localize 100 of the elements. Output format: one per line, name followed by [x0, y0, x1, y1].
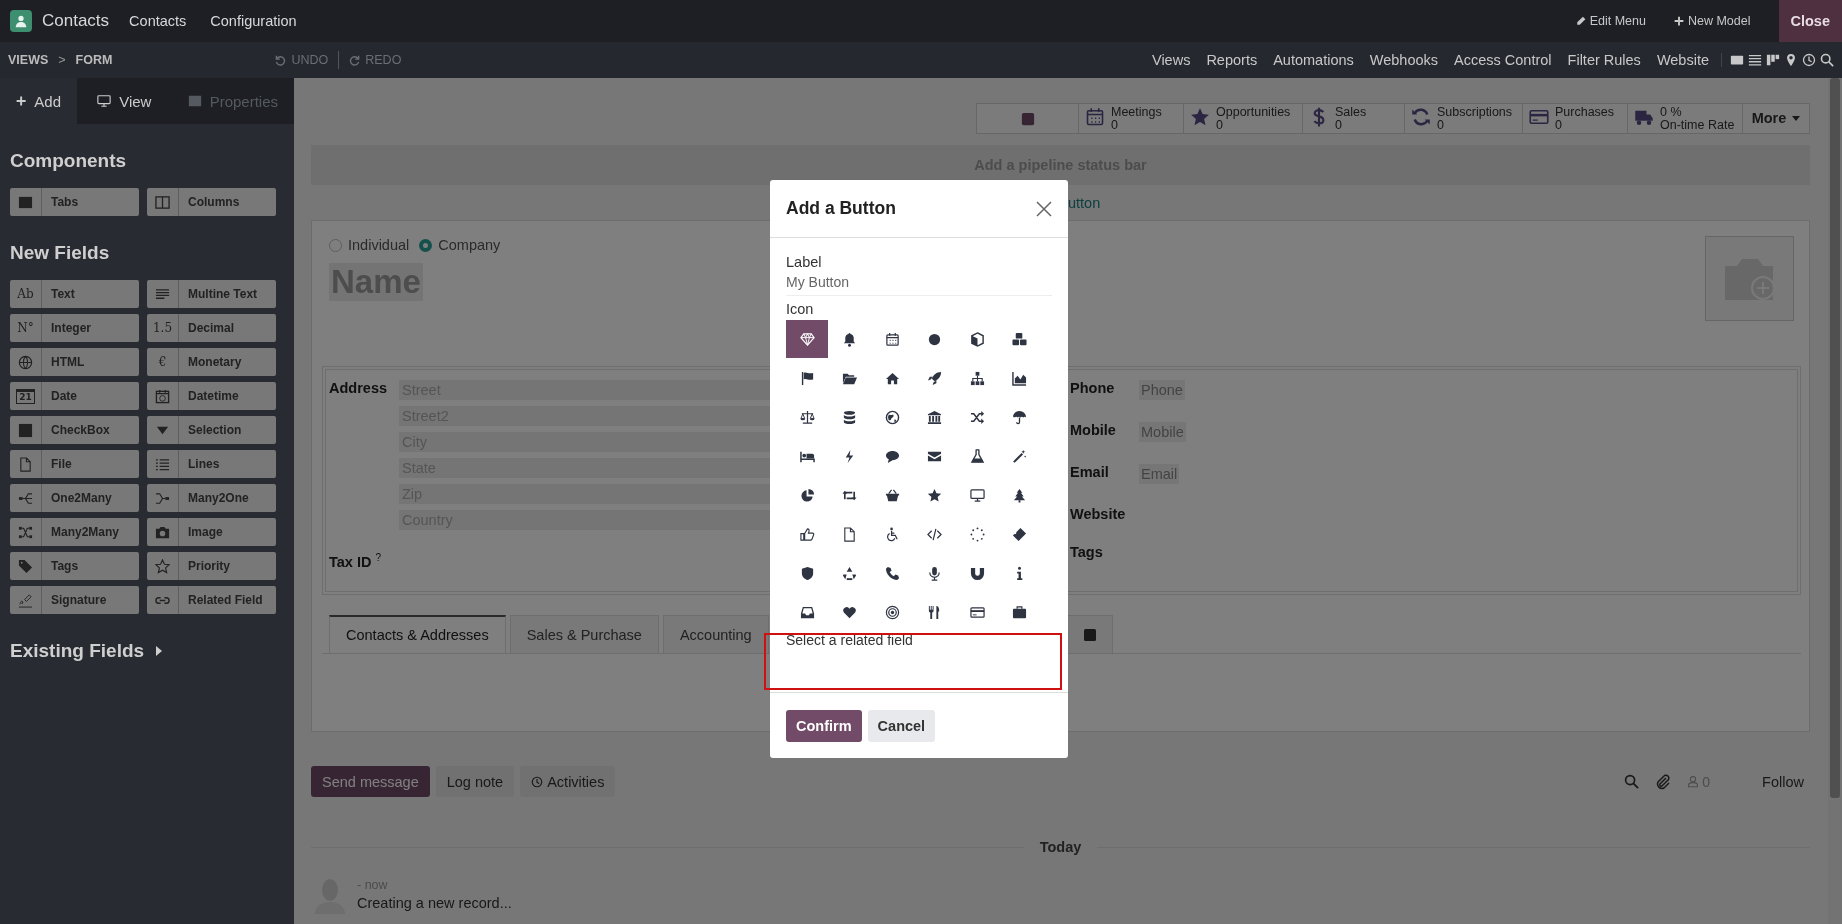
search-icon	[1820, 53, 1834, 67]
lines-icon	[155, 286, 170, 302]
field-type-glyph: 1.5	[152, 321, 173, 335]
bell-icon	[842, 331, 857, 347]
star-icon	[155, 558, 170, 574]
field-tile[interactable]: Ab Text	[10, 280, 139, 308]
confirm-button[interactable]: Confirm	[786, 709, 862, 742]
smart-button[interactable]: Subscriptions 0	[1404, 103, 1523, 134]
more-dropdown[interactable]: More	[1742, 103, 1810, 134]
paperclip-icon	[1655, 773, 1672, 790]
field-tile[interactable]: HTML	[10, 348, 139, 376]
list-icon	[1748, 53, 1762, 67]
field-tile[interactable]: Selection	[147, 416, 276, 444]
field-tile[interactable]: One2Many	[10, 484, 139, 512]
dialog-title: Add a Button	[786, 198, 896, 219]
cancel-button[interactable]: Cancel	[867, 709, 936, 742]
breadcrumb-separator: >	[58, 53, 66, 67]
field-tile[interactable]: Datetime	[147, 382, 276, 410]
studio-menu-link[interactable]: Website	[1656, 52, 1709, 68]
cube-icon	[969, 331, 985, 347]
close-icon[interactable]	[1036, 200, 1052, 217]
target-icon	[884, 604, 900, 620]
file-icon	[18, 456, 33, 472]
menu-item[interactable]: Configuration	[210, 13, 297, 29]
star-icon	[1190, 107, 1210, 127]
field-tile[interactable]: € Monetary	[147, 348, 276, 376]
scrollbar[interactable]	[1828, 78, 1842, 924]
inbox-icon	[799, 604, 815, 620]
clock-icon	[1802, 53, 1816, 67]
field-tile[interactable]: 21 Date	[10, 382, 139, 410]
shield-icon	[799, 565, 815, 581]
field-tile[interactable]: Signature	[10, 586, 139, 614]
smart-button[interactable]: 0 % On-time Rate	[1627, 103, 1743, 134]
edit-menu-link[interactable]: Edit Menu	[1575, 14, 1646, 28]
studio-menu-link[interactable]: Filter Rules	[1567, 52, 1641, 68]
ticket-icon	[1012, 526, 1027, 542]
field-tile[interactable]: File	[10, 450, 139, 478]
breadcrumb-item[interactable]: VIEWS	[8, 53, 49, 67]
component-tile[interactable]: Columns	[147, 188, 276, 216]
flag-icon	[799, 370, 815, 386]
spinner-icon	[969, 526, 985, 542]
app-name[interactable]: Contacts	[42, 11, 110, 31]
field-tile[interactable]: Lines	[147, 450, 276, 478]
studio-menu-link[interactable]: Automations	[1273, 52, 1354, 68]
studio-menu-link[interactable]: Access Control	[1454, 52, 1552, 68]
field-tile[interactable]: Many2One	[147, 484, 276, 512]
bank-icon	[927, 409, 942, 425]
notebook-tab[interactable]: Sales & Purchase	[509, 615, 659, 653]
radio-option[interactable]: Individual	[329, 237, 410, 253]
caret-down-icon	[1792, 116, 1801, 121]
field-label: Tax ID $^{?}$	[329, 552, 383, 570]
notebook-tab[interactable]: Contacts & Addresses	[329, 615, 506, 653]
smart-button[interactable]: Purchases 0	[1522, 103, 1628, 134]
app-icon[interactable]	[10, 10, 32, 32]
send-message-button[interactable]: Send message	[311, 766, 430, 797]
activities-button[interactable]: Activities	[520, 766, 616, 797]
log-note-button[interactable]: Log note	[435, 766, 515, 797]
studio-menu-link[interactable]: Views	[1151, 52, 1191, 68]
smart-button[interactable]: Sales 0	[1302, 103, 1405, 134]
smart-button[interactable]: Opportunities 0	[1183, 103, 1303, 134]
studio-menu-link[interactable]: Webhooks	[1369, 52, 1439, 68]
message-text: Creating a new record...	[357, 895, 512, 911]
many-to-one-icon	[155, 490, 170, 506]
monitor-icon	[97, 94, 112, 108]
area-chart-icon	[1012, 370, 1027, 386]
field-tile[interactable]: Image	[147, 518, 276, 546]
section-heading: Components	[10, 150, 128, 172]
field-tile[interactable]: N° Integer	[10, 314, 139, 342]
sidebar-tab[interactable]: View	[77, 78, 172, 124]
field-tile[interactable]: Priority	[147, 552, 276, 580]
icon-option[interactable]	[786, 320, 828, 358]
diamond-icon	[799, 331, 815, 347]
component-tile[interactable]: Tabs	[10, 188, 139, 216]
wheelchair-icon	[884, 526, 900, 542]
field-tile[interactable]: Tags	[10, 552, 139, 580]
close-button[interactable]: Close	[1778, 0, 1842, 42]
field-tile[interactable]: Related Field	[147, 586, 276, 614]
radio-option[interactable]: Company	[419, 237, 501, 253]
home-icon	[884, 370, 900, 386]
credit-card-icon	[969, 604, 985, 620]
pencil-icon	[1575, 16, 1586, 26]
existing-fields-toggle[interactable]: Existing Fields	[10, 640, 145, 662]
follow-button[interactable]: Follow	[1756, 772, 1810, 791]
smart-button[interactable]: Meetings 0	[1078, 103, 1184, 134]
scales-icon	[799, 409, 815, 425]
studio-menu-link[interactable]: Reports	[1206, 52, 1258, 68]
field-tile[interactable]: Multine Text	[147, 280, 276, 308]
chat-bubble-icon	[884, 448, 900, 464]
new-model-link[interactable]: New Model	[1673, 14, 1751, 28]
field-tile[interactable]: 1.5 Decimal	[147, 314, 276, 342]
credit-card-icon	[1529, 107, 1549, 127]
menu-item[interactable]: Contacts	[129, 13, 187, 29]
add-button-link[interactable]: utton	[1068, 194, 1101, 211]
cubes-icon	[1012, 331, 1027, 347]
basket-icon	[884, 487, 900, 503]
add-smart-button[interactable]	[976, 103, 1079, 134]
notebook-tab[interactable]: Accounting	[662, 615, 769, 653]
redo-icon	[349, 54, 361, 66]
field-tile[interactable]: CheckBox	[10, 416, 139, 444]
field-tile[interactable]: Many2Many	[10, 518, 139, 546]
